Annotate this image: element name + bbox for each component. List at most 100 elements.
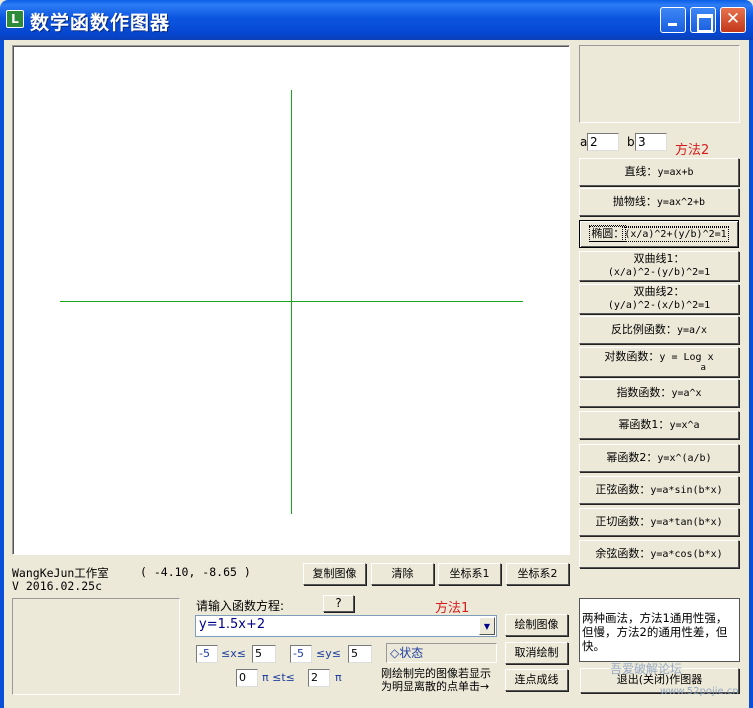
- function-button[interactable]: 幂函数2：y=x^(a/b): [579, 444, 739, 472]
- function-button[interactable]: 余弦函数：y=a*cos(b*x): [579, 540, 739, 568]
- function-button-text: 双曲线1： (x/a)^2-(y/b)^2=1: [608, 253, 710, 278]
- function-name: 反比例函数：: [610, 322, 677, 336]
- connect-points-button[interactable]: 连点成线: [505, 669, 568, 691]
- cancel-draw-button[interactable]: 取消绘制: [505, 642, 568, 664]
- function-button[interactable]: 指数函数：y=a^x: [579, 379, 739, 407]
- function-button-text: 反比例函数：y=a/x: [610, 322, 708, 337]
- function-formula: y=a*cos(b*x): [650, 548, 723, 560]
- dropdown-arrow-icon[interactable]: ▼: [479, 617, 495, 635]
- function-button[interactable]: 抛物线：y=ax^2+b: [579, 188, 739, 216]
- t-max-field[interactable]: 2: [308, 669, 330, 687]
- function-name: 双曲线1：: [633, 252, 685, 266]
- help-label: ?: [335, 595, 342, 610]
- function-formula: (y/a)^2-(x/b)^2=1: [607, 300, 711, 311]
- function-formula: y=ax^2+b: [656, 196, 706, 208]
- function-name: 正弦函数：: [595, 482, 651, 496]
- info-box: 两种画法，方法1通用性强，但慢，方法2的通用性差，但快。: [579, 598, 740, 662]
- draw-label: 绘制图像: [514, 617, 559, 631]
- watermark-text: 吾爱破解论坛: [610, 662, 683, 676]
- a-field[interactable]: 2: [587, 133, 619, 151]
- function-button[interactable]: 幂函数1：y=x^a: [579, 411, 739, 439]
- function-name: 正切函数：: [595, 514, 651, 528]
- cancel-draw-label: 取消绘制: [514, 645, 559, 659]
- function-button-text: 正切函数：y=a*tan(b*x): [595, 514, 723, 529]
- preview-panel: [12, 598, 180, 695]
- coord1-label: 坐标系1: [449, 566, 490, 580]
- hint-line-1: 刚绘制完的图像若显示: [381, 667, 491, 680]
- function-button[interactable]: 椭圆：(x/a)^2+(y/b)^2=1: [579, 220, 739, 248]
- x-min-field[interactable]: -5: [196, 645, 218, 663]
- function-formula: y=a/x: [676, 324, 708, 336]
- copy-image-button[interactable]: 复制图像: [303, 563, 366, 585]
- function-button-text: 双曲线2： (y/a)^2-(x/b)^2=1: [608, 286, 710, 311]
- y-min-field[interactable]: -5: [290, 645, 312, 663]
- t-range-symbol: π ≤t≤: [262, 671, 295, 684]
- clear-button[interactable]: 清除: [371, 563, 434, 585]
- help-button[interactable]: ?: [323, 595, 354, 612]
- window-title: 数学函数作图器: [30, 12, 171, 34]
- minimize-button[interactable]: [660, 7, 686, 33]
- function-name: 指数函数：: [616, 385, 672, 399]
- function-button-text: 指数函数：y=a^x: [616, 385, 701, 400]
- function-name: 直线：: [624, 164, 658, 178]
- function-preview-panel: [579, 45, 740, 123]
- function-name: 抛物线：: [612, 194, 657, 208]
- function-button-text: 直线：y=ax+b: [624, 164, 694, 179]
- function-button[interactable]: 反比例函数：y=a/x: [579, 316, 739, 344]
- clear-label: 清除: [391, 566, 414, 580]
- function-formula: y=x^a: [669, 419, 700, 431]
- function-button-text: 余弦函数：y=a*cos(b*x): [595, 546, 723, 561]
- function-button-text: 抛物线：y=ax^2+b: [612, 194, 706, 209]
- b-label: b: [627, 135, 635, 149]
- draw-button[interactable]: 绘制图像: [505, 614, 568, 636]
- graph-canvas[interactable]: [12, 45, 570, 555]
- function-button-text: 幂函数1：y=x^a: [618, 417, 700, 432]
- function-formula: y = Log x: [659, 352, 714, 364]
- function-formula: (x/a)^2-(y/b)^2=1: [607, 267, 711, 278]
- equation-prompt: 请输入函数方程:: [196, 599, 285, 613]
- x-max-field[interactable]: 5: [252, 645, 276, 663]
- y-max-field[interactable]: 5: [348, 645, 372, 663]
- maximize-button[interactable]: [690, 7, 716, 33]
- function-formula: y=a*tan(b*x): [650, 516, 723, 528]
- function-button[interactable]: 直线：y=ax+b: [579, 158, 739, 186]
- equation-value: y=1.5x+2: [199, 617, 266, 632]
- coord2-button[interactable]: 坐标系2: [506, 563, 569, 585]
- function-button-text: 正弦函数：y=a*sin(b*x): [595, 482, 723, 497]
- function-name: 双曲线2：: [633, 285, 685, 299]
- connect-points-label: 连点成线: [514, 672, 559, 686]
- function-button-text: 对数函数：y = Log x: [604, 350, 714, 364]
- close-button[interactable]: ✕: [720, 7, 746, 33]
- coord1-button[interactable]: 坐标系1: [438, 563, 501, 585]
- function-button-text: 椭圆：(x/a)^2+(y/b)^2=1: [589, 224, 729, 243]
- y-range-symbol: ≤y≤: [316, 647, 341, 660]
- t-unit-label: π: [335, 671, 342, 684]
- equation-combobox[interactable]: y=1.5x+2 ▼: [195, 615, 497, 637]
- window-border-right: [749, 40, 753, 708]
- hint-line-2: 为明显离散的点单击→: [381, 680, 490, 693]
- app-icon: L: [6, 10, 24, 28]
- function-name: 对数函数：: [604, 350, 660, 364]
- function-formula: y=ax+b: [657, 166, 694, 178]
- function-button[interactable]: 正切函数：y=a*tan(b*x): [579, 508, 739, 536]
- function-name: 幂函数2：: [606, 450, 658, 464]
- function-button-text: 幂函数2：y=x^(a/b): [606, 450, 712, 465]
- function-name: 幂函数1：: [618, 417, 670, 431]
- b-field[interactable]: 3: [635, 133, 667, 151]
- function-name: 椭圆：: [589, 224, 627, 242]
- function-button[interactable]: 双曲线1： (x/a)^2-(y/b)^2=1: [579, 251, 739, 281]
- y-axis: [291, 90, 292, 514]
- window-border-left: [0, 40, 4, 708]
- function-formula: y=a*sin(b*x): [650, 484, 723, 496]
- hint-text: 刚绘制完的图像若显示 为明显离散的点单击→: [381, 667, 491, 693]
- function-formula: y=x^(a/b): [657, 452, 712, 464]
- method1-label: 方法1: [435, 601, 470, 616]
- copy-image-label: 复制图像: [312, 566, 357, 580]
- function-button[interactable]: 对数函数：y = Log xa: [579, 347, 739, 377]
- function-button[interactable]: 双曲线2： (y/a)^2-(x/b)^2=1: [579, 284, 739, 314]
- function-button[interactable]: 正弦函数：y=a*sin(b*x): [579, 476, 739, 504]
- function-name: 余弦函数：: [595, 546, 651, 560]
- t-min-field[interactable]: 0: [236, 669, 258, 687]
- status-box: ◇状态: [386, 643, 497, 663]
- method2-label: 方法2: [675, 143, 710, 158]
